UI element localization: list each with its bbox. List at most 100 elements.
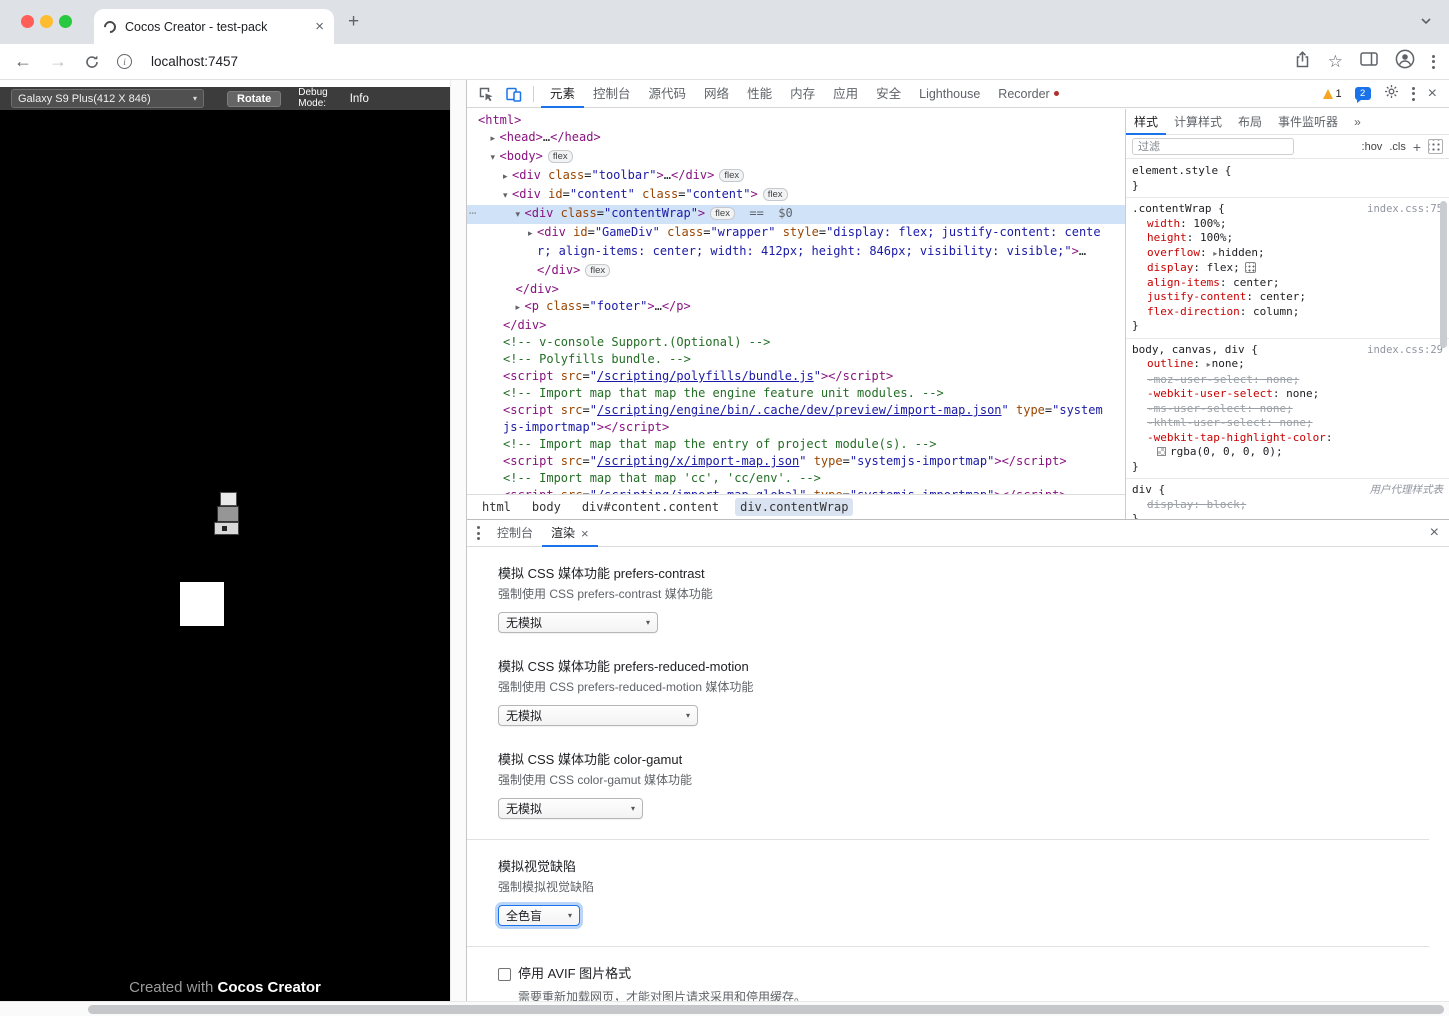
css-property[interactable]: outline: ▸none;	[1132, 357, 1443, 373]
drawer-tab-close-icon[interactable]: ×	[581, 520, 589, 547]
css-property[interactable]: align-items: center;	[1132, 276, 1443, 291]
devtools-tab[interactable]: 安全	[867, 80, 910, 108]
drawer-tab[interactable]: 渲染 ×	[542, 520, 598, 547]
stylesheet-link[interactable]: 用户代理样式表	[1370, 483, 1444, 498]
rotate-button[interactable]: Rotate	[227, 90, 282, 107]
pseudo-state-toggle[interactable]: :hov	[1362, 141, 1383, 153]
devtools-tab[interactable]: 源代码	[640, 80, 696, 108]
emulation-select[interactable]: 全色盲 ▾	[498, 905, 580, 926]
drawer-tab[interactable]: 控制台	[488, 520, 542, 547]
dom-line[interactable]: js-importmap"></script>	[467, 419, 1125, 436]
new-tab-button[interactable]: +	[348, 11, 359, 33]
styles-scrollbar-thumb[interactable]	[1440, 201, 1447, 348]
emulation-select[interactable]: 无模拟 ▾	[498, 612, 658, 633]
warnings-badge[interactable]: 1	[1322, 88, 1342, 100]
css-property[interactable]: -khtml-user-select: none;	[1132, 416, 1443, 431]
css-property[interactable]: -moz-user-select: none;	[1132, 373, 1443, 388]
expand-arrow-icon[interactable]: ▸	[503, 169, 512, 186]
close-window-button[interactable]	[21, 15, 34, 28]
color-swatch[interactable]	[1157, 447, 1166, 456]
dom-line[interactable]: <!-- Import map that map 'cc', 'cc/env'.…	[467, 470, 1125, 487]
flex-badge[interactable]: flex	[719, 169, 745, 182]
dom-line[interactable]: r; align-items: center; width: 412px; he…	[467, 243, 1125, 262]
devtools-close-button[interactable]: ×	[1428, 85, 1437, 102]
collapse-arrow-icon[interactable]: ▾	[503, 188, 512, 205]
dom-line[interactable]: ▾ <body> flex	[467, 148, 1125, 167]
dom-line[interactable]: <html>	[467, 112, 1125, 129]
devtools-tab[interactable]: Lighthouse	[910, 80, 989, 108]
back-button[interactable]: ←	[14, 51, 32, 72]
emulation-select[interactable]: 无模拟 ▾	[498, 705, 698, 726]
dom-line[interactable]: ▸ <p class="footer">…</p>	[467, 298, 1125, 317]
device-toolbar-toggle-button[interactable]	[505, 86, 522, 102]
css-property[interactable]: width: 100%;	[1132, 217, 1443, 232]
minimize-window-button[interactable]	[40, 15, 53, 28]
horizontal-scrollbar-thumb[interactable]	[88, 1005, 1444, 1014]
checkbox[interactable]	[498, 967, 511, 981]
devtools-tab[interactable]: 元素	[541, 80, 584, 108]
collapse-arrow-icon[interactable]: ▾	[491, 150, 500, 167]
bookmark-star-button[interactable]: ☆	[1328, 53, 1343, 70]
expand-arrow-icon[interactable]: ▸	[491, 131, 500, 148]
expand-arrow-icon[interactable]: ▸	[516, 300, 525, 317]
dom-line[interactable]: <!-- Import map that map the engine feat…	[467, 385, 1125, 402]
dom-line[interactable]: ▸ <div class="toolbar">…</div> flex	[467, 167, 1125, 186]
css-property[interactable]: height: 100%;	[1132, 231, 1443, 246]
css-property[interactable]: -webkit-user-select: none;	[1132, 387, 1443, 402]
css-property[interactable]: display: block;	[1132, 498, 1443, 513]
stylesheet-link[interactable]: index.css:75	[1367, 202, 1443, 217]
breadcrumb-item[interactable]: html	[477, 498, 516, 516]
resource-link[interactable]: /scripting/engine/bin/.cache/dev/preview…	[597, 403, 1002, 417]
dom-line[interactable]: <!-- v-console Support.(Optional) -->	[467, 334, 1125, 351]
rendering-emulations-button[interactable]	[1428, 139, 1443, 154]
resource-link[interactable]: /scripting/polyfills/bundle.js	[597, 369, 814, 383]
flex-badge[interactable]: flex	[762, 188, 788, 201]
css-property[interactable]: -webkit-tap-highlight-color:	[1132, 431, 1443, 446]
side-panel-button[interactable]	[1360, 51, 1378, 72]
devtools-tab[interactable]: 应用	[824, 80, 867, 108]
tab-close-icon[interactable]: ×	[315, 19, 324, 34]
flex-badge[interactable]: flex	[710, 207, 735, 220]
devtools-tab[interactable]: 性能	[738, 80, 781, 108]
rule-selector[interactable]: element.style	[1132, 164, 1218, 177]
browser-menu-button[interactable]	[1432, 54, 1435, 69]
dom-line[interactable]: <!-- Polyfills bundle. -->	[467, 351, 1125, 368]
css-property[interactable]: justify-content: center;	[1132, 290, 1443, 305]
collapse-arrow-icon[interactable]: ▾	[516, 207, 525, 224]
tab-search-chevron-icon[interactable]	[1419, 14, 1433, 33]
dom-line[interactable]: <script src="/scripting/engine/bin/.cach…	[467, 402, 1125, 419]
expand-arrow-icon[interactable]: ▸	[528, 226, 537, 243]
breadcrumb-item[interactable]: div.contentWrap	[735, 498, 854, 516]
breadcrumb-item[interactable]: body	[527, 498, 566, 516]
zoom-window-button[interactable]	[59, 15, 72, 28]
dom-line[interactable]: ▾ <div id="content" class="content"> flex	[467, 186, 1125, 205]
devtools-tab[interactable]: 内存	[781, 80, 824, 108]
flex-badge[interactable]: flex	[585, 264, 611, 277]
devtools-tab[interactable]: 控制台	[584, 80, 640, 108]
styles-tab[interactable]: 计算样式	[1166, 109, 1230, 135]
dom-line[interactable]: ▸ <head>…</head>	[467, 129, 1125, 148]
drawer-close-button[interactable]: ×	[1430, 525, 1439, 541]
dom-line[interactable]: </div> flex	[467, 262, 1125, 281]
css-property[interactable]: flex-direction: column;	[1132, 305, 1443, 320]
rule-selector[interactable]: div	[1132, 483, 1152, 496]
css-property[interactable]: display: flex;	[1132, 261, 1443, 276]
style-filter-input[interactable]	[1132, 138, 1294, 155]
dom-line[interactable]: </div>	[467, 317, 1125, 334]
expand-value-arrow-icon[interactable]: ▸	[1213, 249, 1217, 258]
settings-gear-button[interactable]	[1384, 84, 1399, 104]
flex-editor-icon[interactable]	[1244, 262, 1256, 273]
forward-button[interactable]: →	[49, 51, 67, 72]
page-vertical-scrollbar[interactable]	[450, 80, 466, 1016]
browser-tab[interactable]: Cocos Creator - test-pack ×	[94, 9, 334, 44]
css-property[interactable]: overflow: ▸hidden;	[1132, 246, 1443, 262]
share-button[interactable]	[1294, 50, 1311, 73]
inspect-element-button[interactable]	[478, 86, 494, 102]
info-tab[interactable]: Info	[350, 93, 369, 105]
breadcrumb-item[interactable]: div#content.content	[577, 498, 724, 516]
resource-link[interactable]: /scripting/x/import-map.json	[597, 454, 799, 468]
tabs-overflow-chevron[interactable]: »	[1346, 109, 1369, 135]
new-style-rule-button[interactable]: +	[1413, 139, 1421, 155]
game-canvas[interactable]: Created with Cocos Creator	[0, 110, 450, 1001]
styles-tab[interactable]: 事件监听器	[1270, 109, 1346, 135]
